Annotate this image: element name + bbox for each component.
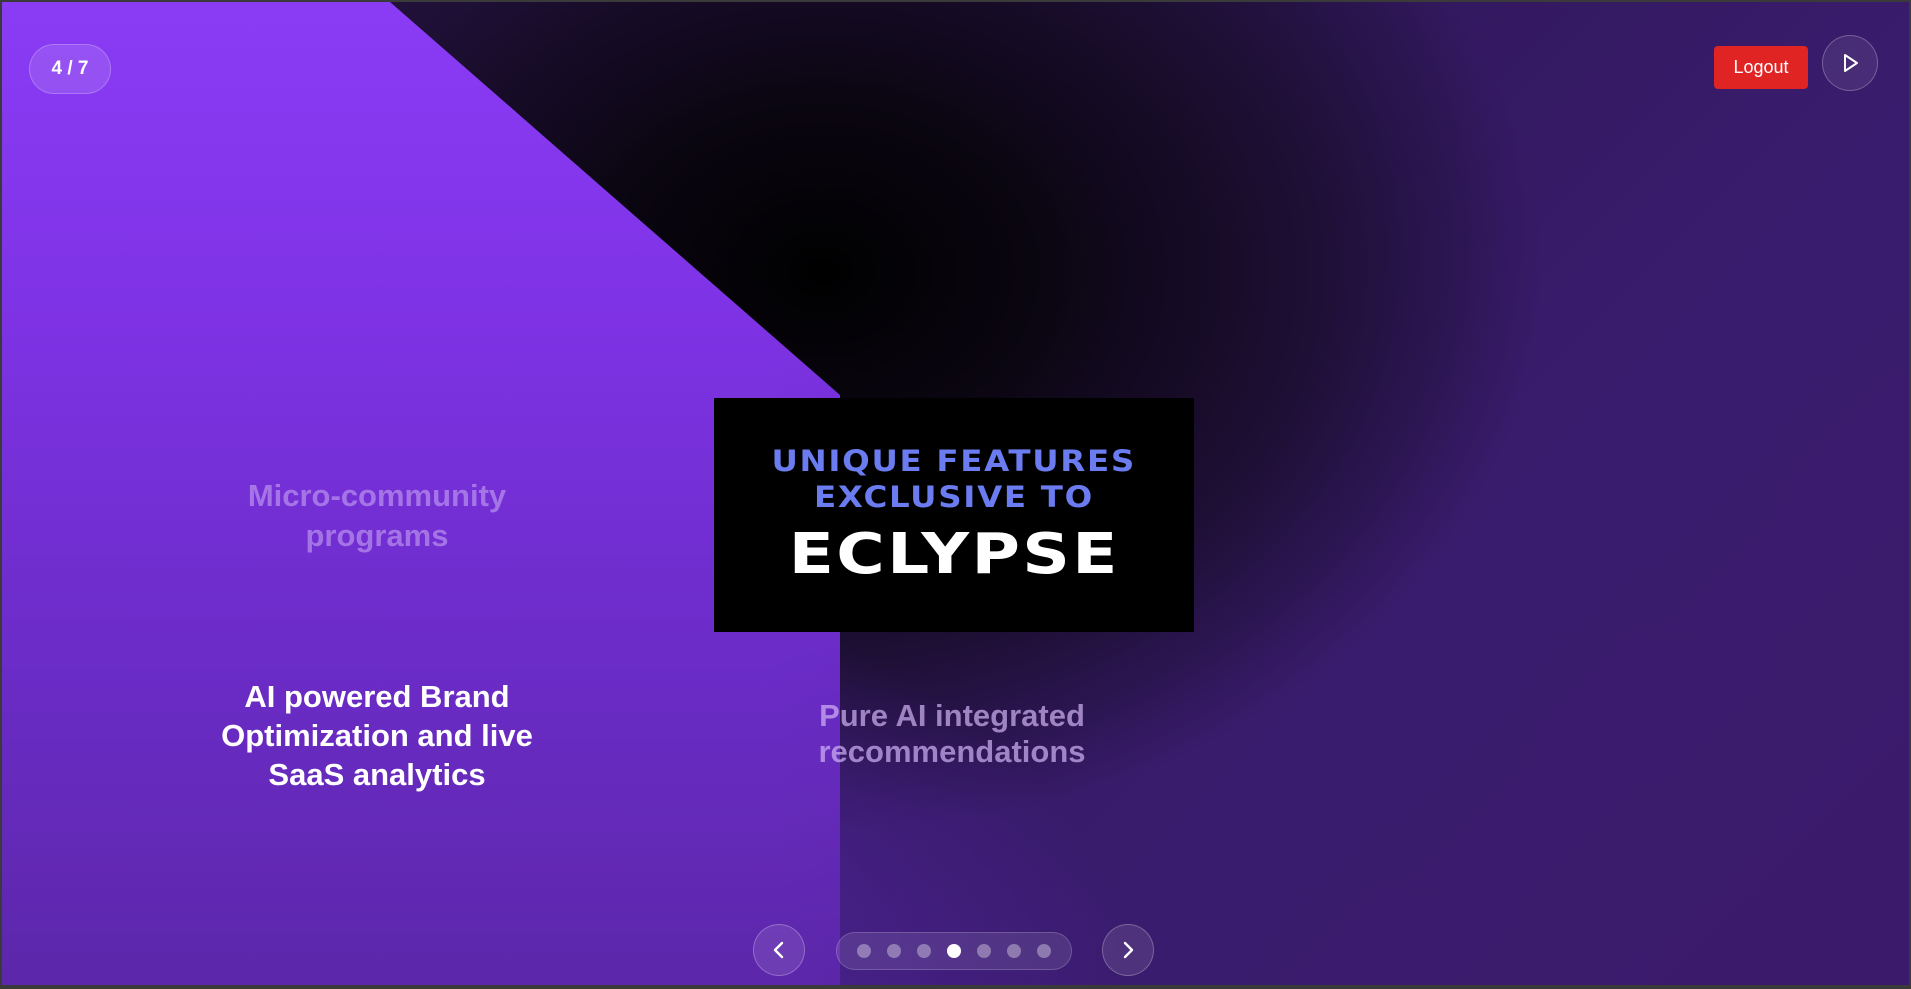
feature-pure-ai: Pure AI integrated recommendations — [752, 698, 1152, 770]
feature-pure-ai-line-2: recommendations — [818, 734, 1086, 769]
pagination-dot-5[interactable] — [977, 944, 991, 958]
play-button[interactable] — [1822, 35, 1878, 91]
feature-ai-brand-line-1: AI powered Brand — [244, 679, 510, 714]
slide-counter: 4 / 7 — [29, 44, 111, 94]
feature-ai-brand: AI powered Brand Optimization and live S… — [172, 677, 582, 794]
pagination-dot-4[interactable] — [947, 944, 961, 958]
feature-ai-brand-line-2: Optimization and live — [221, 718, 533, 753]
pagination-dot-3[interactable] — [917, 944, 931, 958]
pagination-dot-6[interactable] — [1007, 944, 1021, 958]
feature-micro-line-2: programs — [305, 518, 449, 553]
card-subtitle-line-1: UNIQUE FEATURES — [771, 444, 1137, 478]
card-title: ECLYPSE — [788, 522, 1120, 587]
feature-micro-community: Micro-community programs — [192, 476, 562, 556]
chevron-left-icon — [773, 941, 784, 959]
pagination-dot-1[interactable] — [857, 944, 871, 958]
previous-slide-button[interactable] — [753, 924, 805, 976]
card-subtitle-line-2: EXCLUSIVE TO — [814, 480, 1094, 514]
window-frame: 4 / 7 Logout UNIQUE FEATURES EXCLUSIVE T… — [0, 0, 1911, 989]
feature-ai-brand-line-3: SaaS analytics — [268, 757, 486, 792]
chevron-right-icon — [1123, 941, 1134, 959]
feature-pure-ai-line-1: Pure AI integrated — [819, 698, 1085, 733]
feature-title-card: UNIQUE FEATURES EXCLUSIVE TO ECLYPSE — [714, 398, 1194, 632]
feature-micro-line-1: Micro-community — [247, 478, 507, 513]
slide-stage: 4 / 7 Logout UNIQUE FEATURES EXCLUSIVE T… — [2, 2, 1909, 985]
logout-button[interactable]: Logout — [1714, 46, 1808, 89]
pagination-dot-2[interactable] — [887, 944, 901, 958]
slide-pagination-dots — [836, 932, 1072, 970]
pagination-dot-7[interactable] — [1037, 944, 1051, 958]
play-icon — [1844, 54, 1858, 72]
next-slide-button[interactable] — [1102, 924, 1154, 976]
